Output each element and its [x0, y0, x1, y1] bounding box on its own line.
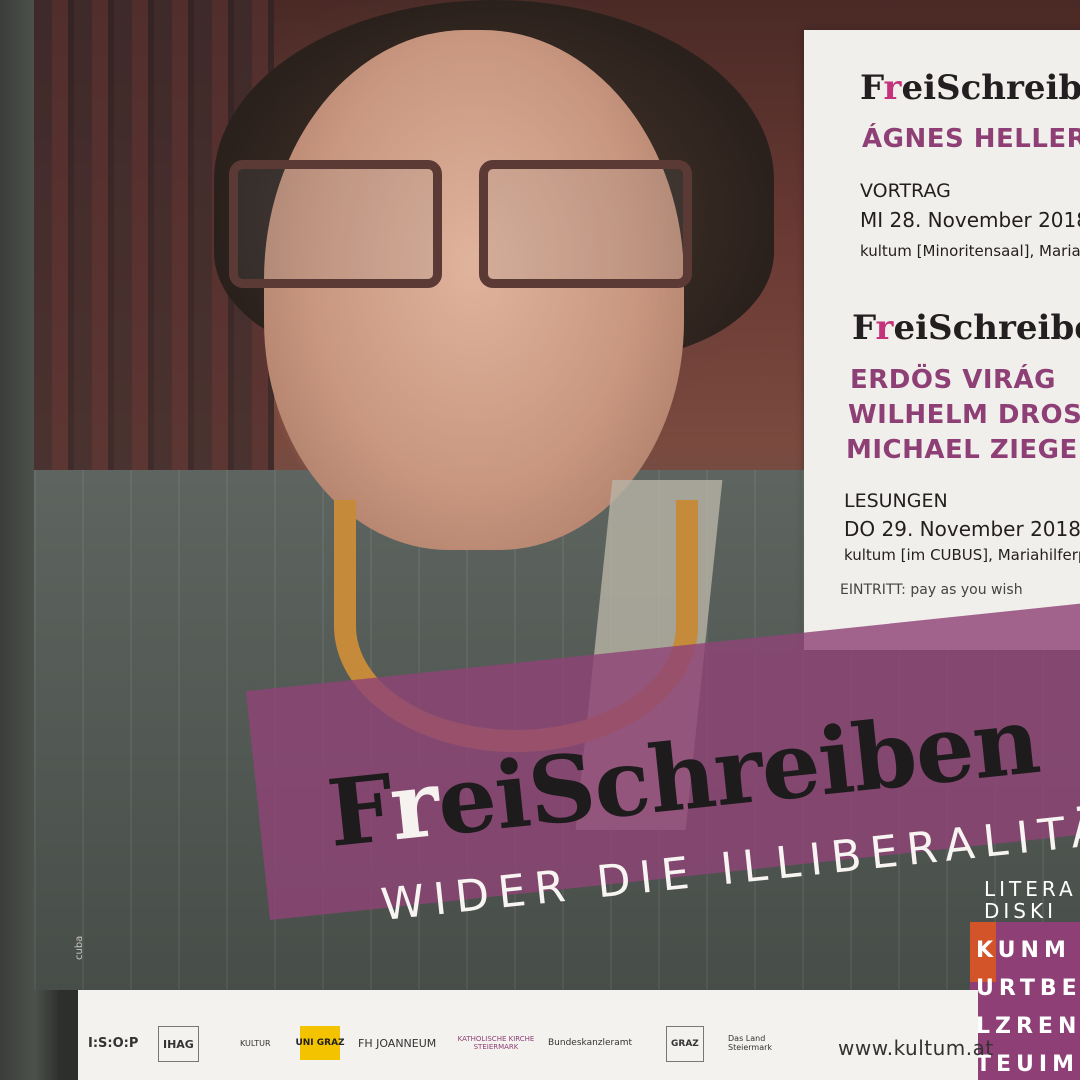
event-poster: cuba FreiSchreiben ÁGNES HELLER VORTRAG … — [34, 0, 1080, 1080]
sponsor-logo: Das Land Steiermark — [728, 1034, 773, 1052]
reader-name: MICHAEL ZIEGELWA — [846, 435, 1080, 465]
event-venue: kultum [Minoritensaal], Mariahilf — [860, 242, 1080, 260]
freischreiben-logo-2: FreiSchreiben — [852, 308, 1080, 348]
website-url: www.kultum.at — [838, 1036, 994, 1060]
photo-credit: cuba — [74, 935, 85, 960]
sponsor-logo: KATHOLISCHE KIRCHE STEIERMARK — [457, 1035, 535, 1051]
reader-name: ERDÖS VIRÁG — [850, 365, 1057, 395]
event-date: DO 29. November 2018, 19.00 — [844, 517, 1080, 541]
event-type: VORTRAG — [860, 180, 951, 202]
sponsor-logo: GRAZ — [666, 1026, 704, 1062]
glasses — [229, 160, 699, 288]
face — [264, 30, 684, 550]
event-date: MI 28. November 2018, 19. — [860, 208, 1080, 232]
sponsor-logo: FH JOANNEUM — [358, 1036, 437, 1050]
event-venue: kultum [im CUBUS], Mariahilferplatz — [844, 546, 1080, 564]
sponsor-footer: I:S:O:P IHAG KULTUR UNI GRAZ FH JOANNEUM… — [78, 990, 993, 1080]
sponsor-logo: KULTUR — [240, 1038, 271, 1048]
event-info-panel: FreiSchreiben ÁGNES HELLER VORTRAG MI 28… — [804, 30, 1080, 650]
sponsor-logo: IHAG — [158, 1026, 199, 1062]
speaker-name: ÁGNES HELLER — [862, 124, 1080, 154]
reader-name: WILHELM DROSTE — [848, 400, 1080, 430]
literature-tag: LITERA DISKI — [984, 877, 1077, 923]
admission: EINTRITT: pay as you wish — [840, 582, 1023, 598]
freischreiben-logo-1: FreiSchreiben — [860, 68, 1080, 108]
event-type: LESUNGEN — [844, 490, 948, 512]
sponsor-logo: Bundeskanzleramt — [548, 1038, 633, 1048]
sponsor-logo: UNI GRAZ — [295, 1026, 345, 1060]
sponsor-logo: I:S:O:P — [88, 1035, 139, 1051]
